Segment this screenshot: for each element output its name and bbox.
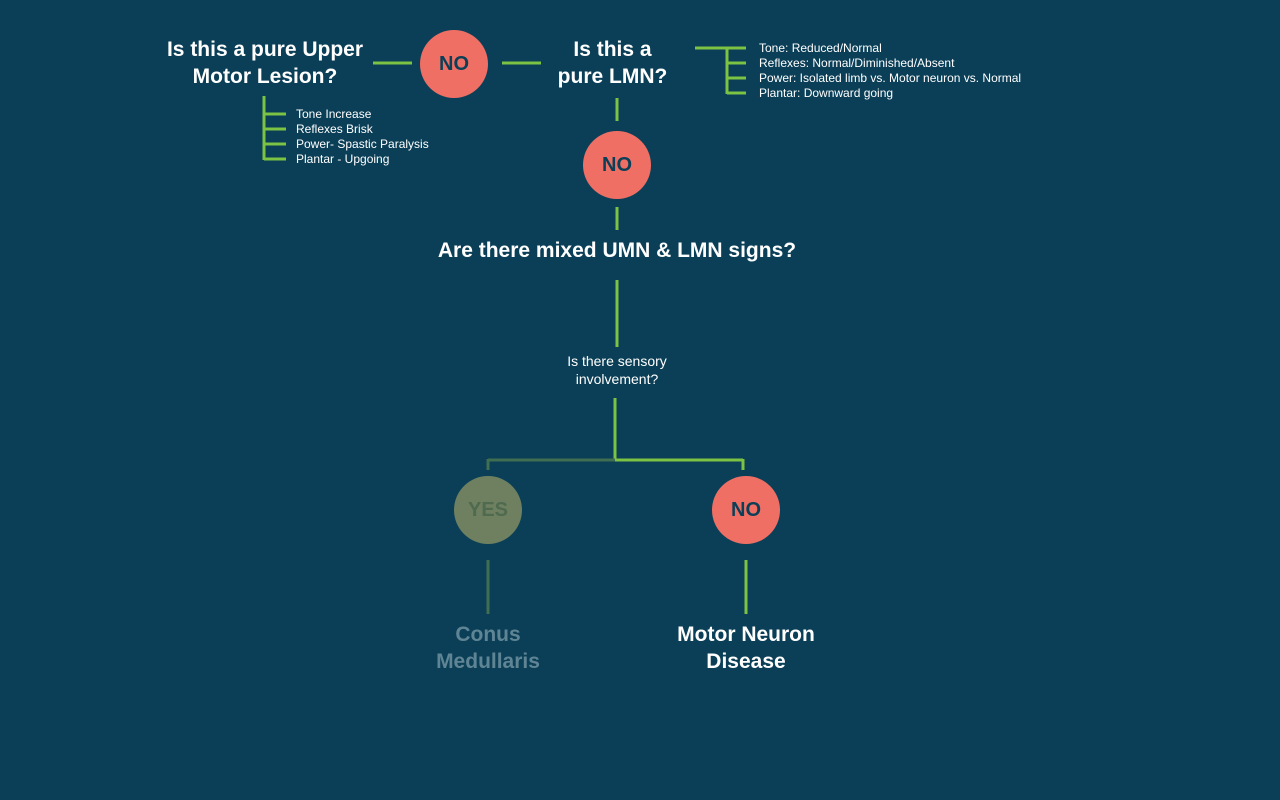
umn-feature-reflexes: Reflexes Brisk bbox=[296, 122, 373, 136]
lmn-feature-tone: Tone: Reduced/Normal bbox=[759, 41, 882, 55]
mixed-signs-question: Are there mixed UMN & LMN signs? bbox=[437, 239, 797, 262]
umn-feature-power: Power- Spastic Paralysis bbox=[296, 137, 429, 151]
umn-feature-plantar: Plantar - Upgoing bbox=[296, 152, 390, 166]
lmn-feature-power: Power: Isolated limb vs. Motor neuron vs… bbox=[759, 71, 1022, 85]
no-circle: NO bbox=[712, 476, 780, 544]
lmn-no-circle: NO bbox=[583, 131, 651, 199]
lmn-feature-reflexes: Reflexes: Normal/Diminished/Absent bbox=[759, 56, 955, 70]
lmn-feature-plantar: Plantar: Downward going bbox=[759, 86, 894, 100]
umn-feature-tone: Tone Increase bbox=[296, 107, 372, 121]
umn-no-circle: NO bbox=[420, 30, 488, 98]
outcome-conus-medullaris: Conus Medullaris bbox=[436, 623, 540, 674]
flowchart: Is this a pure Upper Motor Lesion? NO Is… bbox=[0, 0, 1280, 800]
outcome-motor-neuron-disease: Motor Neuron Disease bbox=[677, 623, 815, 674]
sensory-question: Is there sensory involvement? bbox=[567, 353, 667, 388]
connector-lines bbox=[262, 46, 748, 614]
lmn-question: Is this a pure LMN? bbox=[557, 38, 668, 89]
yes-circle: YES bbox=[454, 476, 522, 544]
umn-question: Is this a pure Upper Motor Lesion? bbox=[166, 38, 364, 89]
